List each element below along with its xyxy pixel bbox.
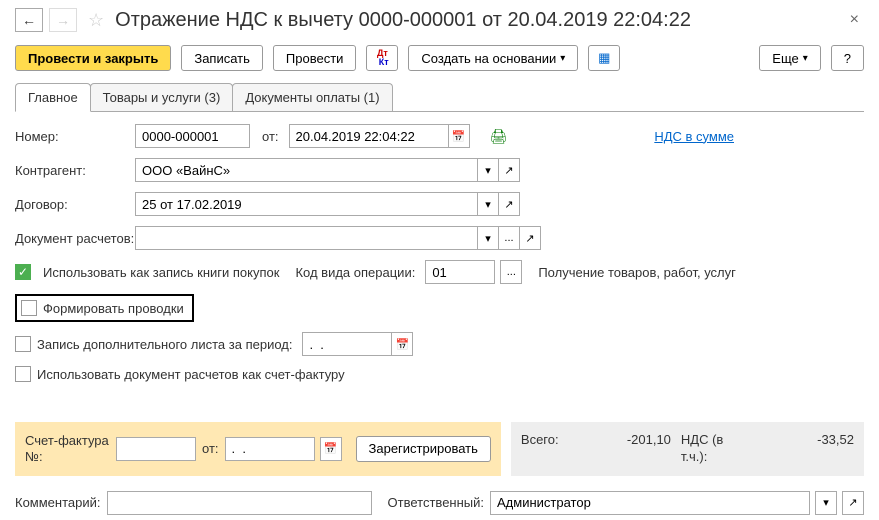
responsible-input[interactable] [490, 491, 810, 515]
print-icon[interactable]: 🖨 [490, 128, 508, 145]
counterparty-input[interactable] [135, 158, 478, 182]
tab-payments[interactable]: Документы оплаты (1) [232, 83, 392, 111]
totals-box: Всего: -201,10 НДС (в т.ч.): -33,52 [511, 422, 864, 476]
tab-goods[interactable]: Товары и услуги (3) [90, 83, 234, 111]
settlement-doc-dots[interactable]: ... [498, 226, 520, 250]
nds-label: НДС (в т.ч.): [681, 432, 731, 466]
responsible-open[interactable]: ↗ [842, 491, 864, 515]
contract-label: Договор: [15, 197, 135, 212]
contract-dropdown[interactable]: ▾ [477, 192, 499, 216]
report-icon: ▦ [598, 50, 610, 66]
additional-sheet-date[interactable] [302, 332, 392, 356]
settlement-doc-open[interactable]: ↗ [519, 226, 541, 250]
close-icon[interactable]: × [845, 11, 864, 29]
contract-input[interactable] [135, 192, 478, 216]
from-label: от: [262, 129, 279, 144]
use-settlement-invoice-label: Использовать документ расчетов как счет-… [37, 367, 345, 382]
settlement-doc-input[interactable] [135, 226, 478, 250]
date-input[interactable] [289, 124, 449, 148]
page-title: Отражение НДС к вычету 0000-000001 от 20… [115, 9, 839, 32]
purchase-book-checkbox[interactable]: ✓ [15, 264, 31, 280]
operation-code-label: Код вида операции: [295, 265, 415, 280]
additional-sheet-calendar[interactable]: 📅 [391, 332, 413, 356]
star-icon[interactable]: ☆ [88, 10, 104, 31]
dtkt-button[interactable]: Дт Кт [366, 45, 398, 71]
operation-code-dots[interactable]: ... [500, 260, 522, 284]
post-button[interactable]: Провести [273, 45, 357, 71]
counterparty-dropdown[interactable]: ▾ [477, 158, 499, 182]
invoice-date-input[interactable] [225, 437, 315, 461]
settlement-doc-label: Документ расчетов: [15, 231, 135, 246]
use-settlement-invoice-checkbox[interactable] [15, 366, 31, 382]
more-button[interactable]: Еще [759, 45, 820, 71]
settlement-doc-dropdown[interactable]: ▾ [477, 226, 499, 250]
report-button[interactable]: ▦ [588, 45, 620, 71]
invoice-from-label: от: [202, 441, 219, 456]
invoice-box: Счет-фактура №: от: 📅 Зарегистрировать [15, 422, 501, 476]
comment-input[interactable] [107, 491, 372, 515]
responsible-dropdown[interactable]: ▾ [815, 491, 837, 515]
comment-label: Комментарий: [15, 495, 101, 510]
calendar-button[interactable]: 📅 [448, 124, 470, 148]
back-button[interactable]: ← [15, 8, 43, 32]
additional-sheet-label: Запись дополнительного листа за период: [37, 337, 292, 352]
tab-main[interactable]: Главное [15, 83, 91, 112]
form-entries-label: Формировать проводки [43, 301, 184, 316]
total-value: -201,10 [581, 432, 671, 447]
create-based-button[interactable]: Создать на основании [408, 45, 578, 71]
help-button[interactable]: ? [831, 45, 864, 71]
invoice-number-input[interactable] [116, 437, 196, 461]
nds-value: -33,52 [731, 432, 854, 447]
additional-sheet-checkbox[interactable] [15, 336, 31, 352]
form-entries-highlight: Формировать проводки [15, 294, 194, 322]
responsible-label: Ответственный: [388, 495, 484, 510]
number-input[interactable] [135, 124, 250, 148]
post-close-button[interactable]: Провести и закрыть [15, 45, 171, 71]
invoice-label: Счет-фактура №: [25, 433, 110, 464]
form-entries-checkbox[interactable] [21, 300, 37, 316]
register-button[interactable]: Зарегистрировать [356, 436, 491, 462]
invoice-calendar[interactable]: 📅 [320, 437, 342, 461]
contract-open[interactable]: ↗ [498, 192, 520, 216]
number-label: Номер: [15, 129, 135, 144]
forward-button[interactable]: → [49, 8, 77, 32]
save-button[interactable]: Записать [181, 45, 263, 71]
operation-text: Получение товаров, работ, услуг [538, 265, 736, 280]
total-label: Всего: [521, 432, 581, 447]
purchase-book-label: Использовать как запись книги покупок [43, 265, 279, 280]
nds-link[interactable]: НДС в сумме [654, 129, 734, 144]
operation-code-input[interactable] [425, 260, 495, 284]
dtkt-icon: Дт Кт [376, 49, 388, 67]
counterparty-label: Контрагент: [15, 163, 135, 178]
counterparty-open[interactable]: ↗ [498, 158, 520, 182]
